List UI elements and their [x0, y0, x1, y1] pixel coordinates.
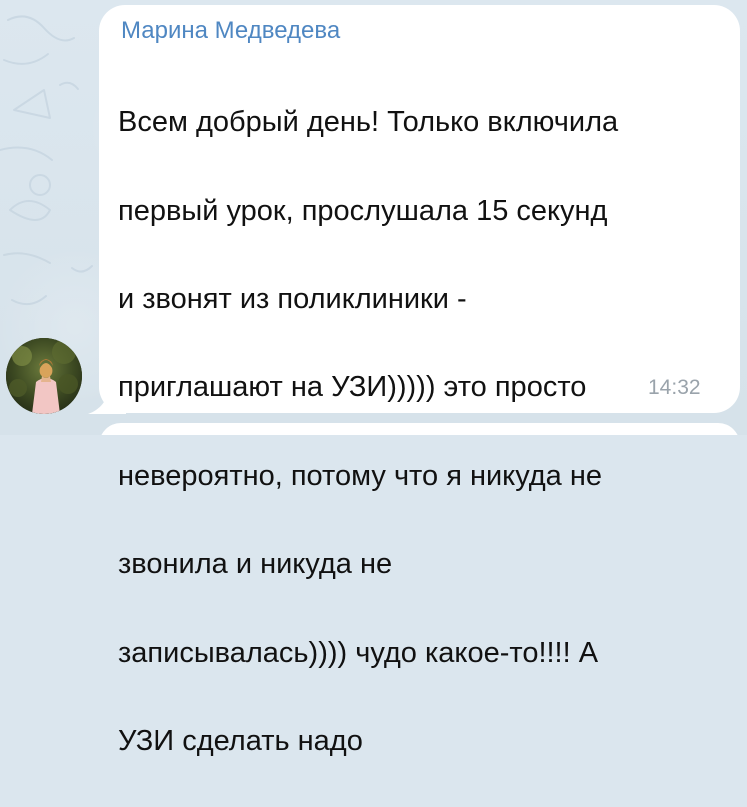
next-message-preview	[99, 418, 740, 435]
sender-name[interactable]: Марина Медведева	[121, 16, 340, 46]
message-line: первый урок, прослушала 15 секунд	[118, 194, 608, 227]
message-line: Всем добрый день! Только включила	[118, 106, 619, 139]
message-line: невероятно, потому что я никуда не	[118, 459, 602, 492]
message-time: 14:32	[648, 376, 701, 399]
message-line: УЗИ сделать надо	[118, 725, 363, 758]
next-message-bubble	[99, 423, 740, 435]
avatar[interactable]	[6, 338, 82, 414]
message-line: записывалась)))) чудо какое-то!!!! А	[118, 636, 599, 669]
message-line: приглашают на УЗИ))))) это просто	[118, 371, 587, 404]
message-line: звонила и никуда не	[118, 548, 393, 581]
message-line: и звонят из поликлиники -	[118, 283, 467, 316]
avatar-photo-icon	[6, 338, 82, 414]
